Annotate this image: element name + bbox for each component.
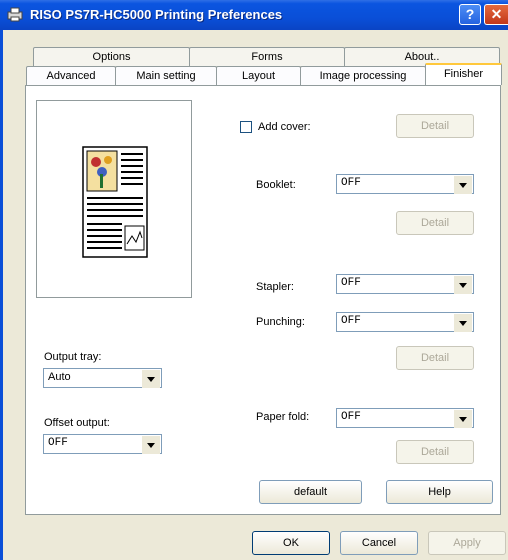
punching-select[interactable]: OFF	[336, 312, 474, 332]
cancel-button[interactable]: Cancel	[340, 531, 418, 555]
tab-main-setting[interactable]: Main setting	[115, 66, 217, 85]
close-button[interactable]: ✕	[484, 4, 508, 25]
offset-output-label: Offset output:	[44, 417, 110, 429]
chevron-down-icon	[454, 176, 472, 194]
add-cover-detail-button[interactable]: Detail	[396, 114, 474, 138]
booklet-select[interactable]: OFF	[336, 174, 474, 194]
stapler-label: Stapler:	[256, 281, 294, 293]
add-cover-label: Add cover:	[258, 121, 311, 133]
output-tray-select[interactable]: Auto	[43, 368, 162, 388]
tab-layout[interactable]: Layout	[216, 66, 301, 85]
chevron-down-icon	[142, 370, 160, 388]
offset-output-value: OFF	[48, 437, 68, 449]
booklet-label: Booklet:	[256, 179, 296, 191]
tab-image-processing[interactable]: Image processing	[300, 66, 426, 85]
chevron-down-icon	[454, 276, 472, 294]
title-bar[interactable]: RISO PS7R-HC5000 Printing Preferences ? …	[0, 0, 508, 30]
printer-icon	[7, 7, 23, 22]
layout-preview	[36, 100, 192, 298]
help-title-button[interactable]: ?	[459, 4, 481, 25]
offset-output-select[interactable]: OFF	[43, 434, 162, 454]
default-button[interactable]: default	[259, 480, 362, 504]
chevron-down-icon	[142, 436, 160, 454]
separator	[238, 246, 473, 247]
separator	[238, 151, 473, 152]
stapler-value: OFF	[341, 277, 361, 289]
separator	[238, 381, 473, 382]
page-thumbnail-image	[82, 146, 148, 258]
paper-fold-value: OFF	[341, 411, 361, 423]
punching-value: OFF	[341, 315, 361, 327]
output-tray-label: Output tray:	[44, 351, 102, 363]
chevron-down-icon	[454, 314, 472, 332]
add-cover-checkbox[interactable]	[240, 121, 252, 133]
booklet-detail-button[interactable]: Detail	[396, 211, 474, 235]
tab-advanced[interactable]: Advanced	[26, 66, 116, 85]
window-title: RISO PS7R-HC5000 Printing Preferences	[30, 7, 283, 22]
tab-finisher[interactable]: Finisher	[425, 63, 502, 85]
tab-forms[interactable]: Forms	[189, 47, 345, 66]
paper-fold-label: Paper fold:	[256, 411, 310, 423]
apply-button[interactable]: Apply	[428, 531, 506, 555]
output-tray-value: Auto	[48, 371, 71, 383]
stapler-select[interactable]: OFF	[336, 274, 474, 294]
booklet-value: OFF	[341, 177, 361, 189]
punching-detail-button[interactable]: Detail	[396, 346, 474, 370]
help-button[interactable]: Help	[386, 480, 493, 504]
paper-fold-detail-button[interactable]: Detail	[396, 440, 474, 464]
paper-fold-select[interactable]: OFF	[336, 408, 474, 428]
window-frame	[0, 30, 3, 560]
ok-button[interactable]: OK	[252, 531, 330, 555]
punching-label: Punching:	[256, 316, 305, 328]
chevron-down-icon	[454, 410, 472, 428]
tab-options[interactable]: Options	[33, 47, 190, 66]
